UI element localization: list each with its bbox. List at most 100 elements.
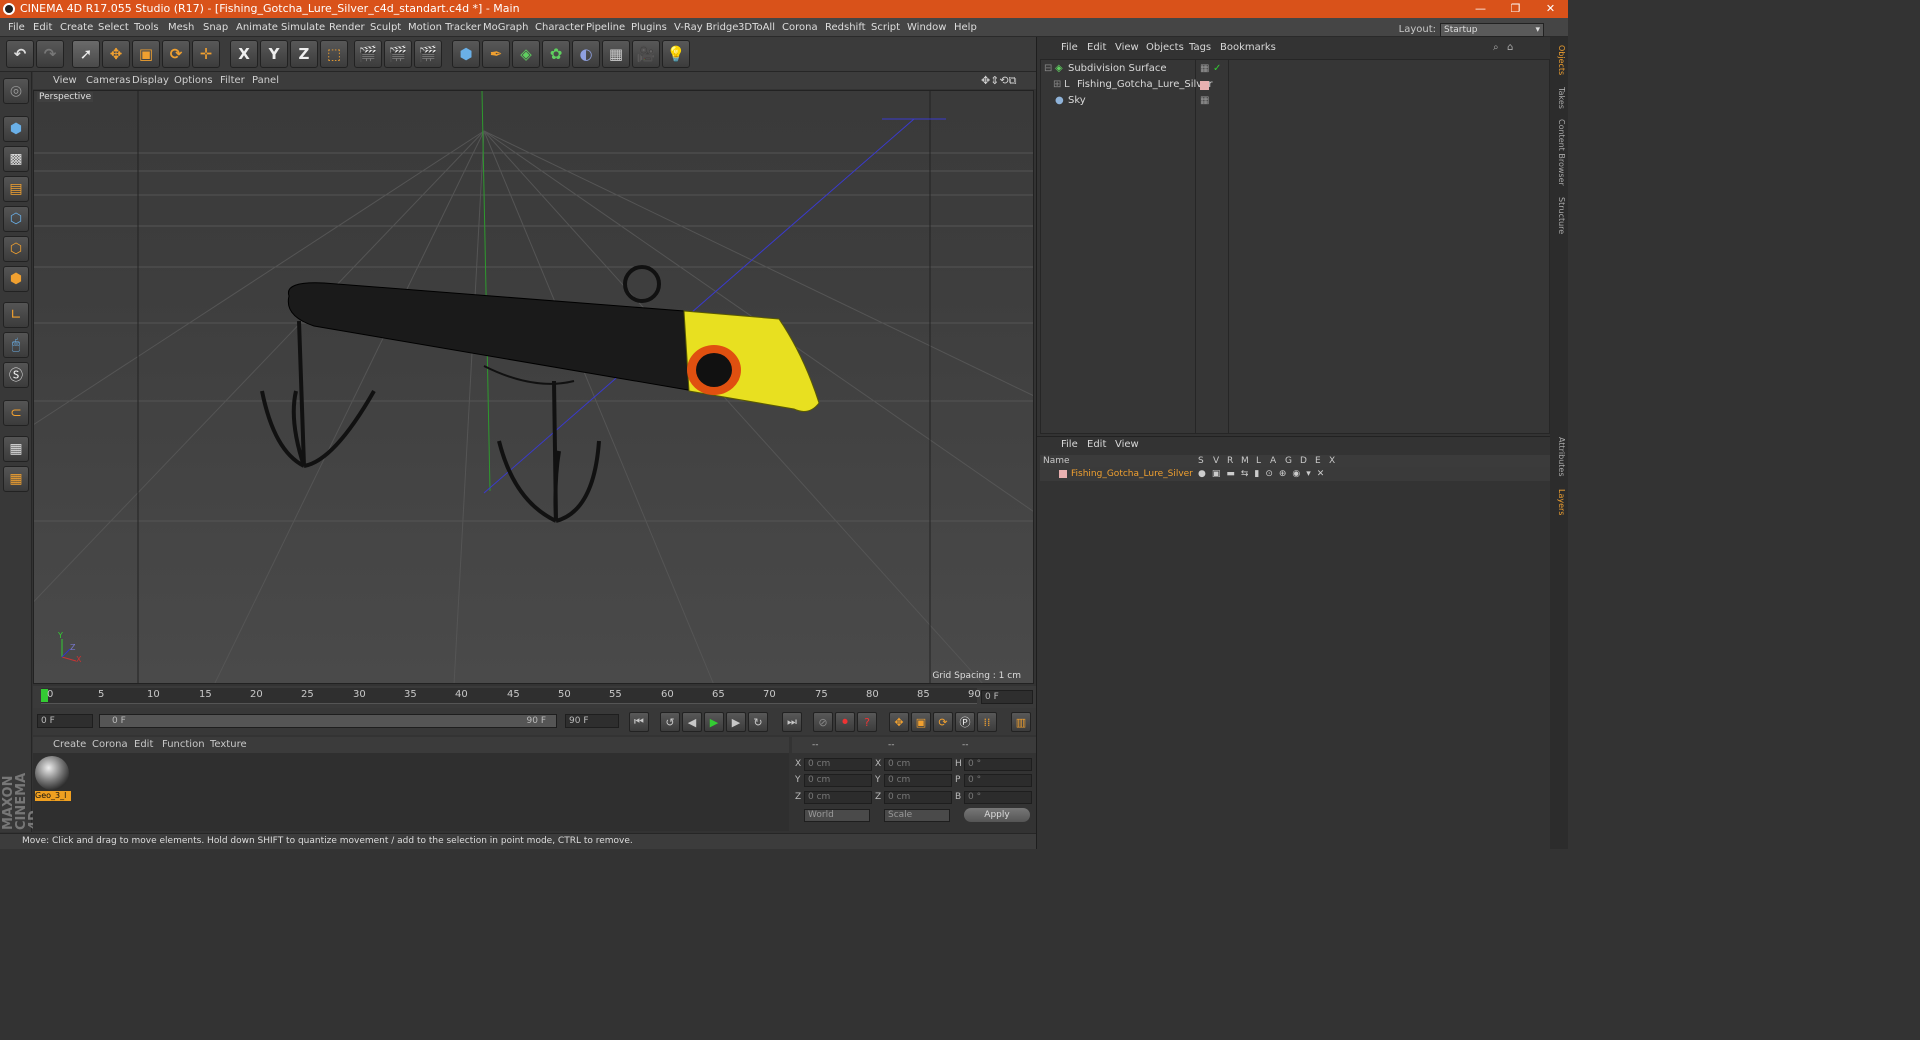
viewport-menu-cameras[interactable]: Cameras	[86, 72, 130, 89]
position-y-field[interactable]: 0 cm	[804, 774, 872, 787]
object-menu-tags[interactable]: Tags	[1189, 40, 1211, 56]
material-menu-create[interactable]: Create	[53, 737, 86, 753]
menu-redshift[interactable]: Redshift	[825, 18, 866, 37]
polygons-mode-button[interactable]: ⬢	[3, 266, 29, 292]
menu-sculpt[interactable]: Sculpt	[370, 18, 401, 37]
menu-render[interactable]: Render	[329, 18, 365, 37]
restore-button[interactable]: ❐	[1498, 0, 1533, 18]
expand-icon[interactable]: ⊞	[1053, 77, 1061, 93]
size-x-field[interactable]: 0 cm	[884, 758, 952, 771]
end-frame-field[interactable]: 90 F	[565, 714, 619, 728]
menu-corona[interactable]: Corona	[782, 18, 818, 37]
subdivision-surface-button[interactable]: ◈	[512, 40, 540, 68]
size-mode-dropdown[interactable]: Scale	[884, 809, 950, 822]
make-editable-button[interactable]: ◎	[3, 78, 29, 104]
axis-mode-button[interactable]: ∟	[3, 302, 29, 328]
menu-window[interactable]: Window	[907, 18, 946, 37]
visibility-dots-icon[interactable]: ▦	[1200, 93, 1209, 109]
deformer-button[interactable]: ◐	[572, 40, 600, 68]
z-axis-lock-button[interactable]: Z	[290, 40, 318, 68]
layout-dropdown[interactable]: Startup ▾	[1440, 22, 1544, 37]
tab-layers[interactable]: Layers	[1552, 489, 1566, 515]
record-button[interactable]: ⏺	[835, 712, 855, 732]
timeline-ruler[interactable]: 0 5 10 15 20 25 30 35 40 45 50 55 60 65 …	[33, 686, 1036, 708]
light-button[interactable]: 💡	[662, 40, 690, 68]
x-axis-lock-button[interactable]: X	[230, 40, 258, 68]
menu-vray-bridge[interactable]: V-Ray Bridge	[674, 18, 738, 37]
material-menu-edit[interactable]: Edit	[134, 737, 153, 753]
tab-content-browser[interactable]: Content Browser	[1552, 119, 1566, 186]
rotation-h-field[interactable]: 0 °	[964, 758, 1032, 771]
menu-3dtoall[interactable]: 3DToAll	[738, 18, 775, 37]
record-pla-button[interactable]: ⁞⁞	[977, 712, 997, 732]
layer-flags-icons[interactable]: ●▣▬⇆▮⊙⊕◉▾✕	[1198, 467, 1330, 481]
apply-button[interactable]: Apply	[964, 808, 1030, 822]
record-position-button[interactable]: ✥	[889, 712, 909, 732]
tweak-mode-button[interactable]: 🖱	[3, 332, 29, 358]
menu-file[interactable]: File	[8, 18, 25, 37]
viewport-menu-panel[interactable]: Panel	[252, 72, 279, 89]
menu-character[interactable]: Character	[535, 18, 584, 37]
undo-button[interactable]: ↶	[6, 40, 34, 68]
material-menu-corona[interactable]: Corona	[92, 737, 128, 753]
go-to-start-button[interactable]: ⏮	[629, 712, 649, 732]
object-menu-bookmarks[interactable]: Bookmarks	[1220, 40, 1276, 56]
close-button[interactable]: ✕	[1533, 0, 1568, 18]
enabled-check-icon[interactable]: ✓	[1213, 61, 1221, 77]
keyframe-selection-button[interactable]: ⊘	[813, 712, 833, 732]
expand-icon[interactable]: ⊟	[1044, 61, 1052, 77]
menu-create[interactable]: Create	[60, 18, 93, 37]
menu-pipeline[interactable]: Pipeline	[586, 18, 625, 37]
model-mode-button[interactable]: ⬢	[3, 116, 29, 142]
snap-button[interactable]: ⊂	[3, 400, 29, 426]
edges-mode-button[interactable]: ⬡	[3, 236, 29, 262]
object-menu-edit[interactable]: Edit	[1087, 40, 1106, 56]
rotate-tool-button[interactable]: ⟳	[162, 40, 190, 68]
menu-select[interactable]: Select	[98, 18, 129, 37]
workplane-mode-button[interactable]: ▤	[3, 176, 29, 202]
frame-range-slider[interactable]: 0 F 90 F	[99, 714, 557, 728]
material-swatch[interactable]: Geo_3_l	[35, 756, 71, 802]
texture-mode-button[interactable]: ▩	[3, 146, 29, 172]
menu-motion-tracker[interactable]: Motion Tracker	[408, 18, 481, 37]
layer-color-swatch[interactable]	[1200, 81, 1209, 90]
menu-edit[interactable]: Edit	[33, 18, 52, 37]
scale-tool-button[interactable]: ▣	[132, 40, 160, 68]
menu-plugins[interactable]: Plugins	[631, 18, 667, 37]
menu-mograph[interactable]: MoGraph	[483, 18, 528, 37]
render-view-button[interactable]: 🎬	[354, 40, 382, 68]
previous-frame-button[interactable]: ◀	[682, 712, 702, 732]
position-z-field[interactable]: 0 cm	[804, 791, 872, 804]
viewport-menu-display[interactable]: Display	[132, 72, 169, 89]
search-icon[interactable]: ⌕	[1493, 40, 1499, 56]
size-z-field[interactable]: 0 cm	[884, 791, 952, 804]
pen-spline-button[interactable]: ✒	[482, 40, 510, 68]
menu-animate[interactable]: Animate	[236, 18, 278, 37]
record-parameter-button[interactable]: Ⓟ	[955, 712, 975, 732]
object-menu-file[interactable]: File	[1061, 40, 1078, 56]
transform-tool-button[interactable]: ✛	[192, 40, 220, 68]
menu-script[interactable]: Script	[871, 18, 900, 37]
layer-color-swatch[interactable]	[1059, 470, 1067, 478]
go-to-end-button[interactable]: ⏭	[782, 712, 802, 732]
menu-help[interactable]: Help	[954, 18, 977, 37]
home-icon[interactable]: ⌂	[1507, 40, 1513, 56]
camera-button[interactable]: 🎥	[632, 40, 660, 68]
tab-objects[interactable]: Objects	[1552, 45, 1566, 75]
tab-structure[interactable]: Structure	[1552, 197, 1566, 234]
timeline-window-button[interactable]: ▥	[1011, 712, 1031, 732]
viewport-menu-options[interactable]: Options	[174, 72, 213, 89]
layer-row[interactable]: Fishing_Gotcha_Lure_Silver ●▣▬⇆▮⊙⊕◉▾✕	[1040, 467, 1550, 481]
tab-takes[interactable]: Takes	[1552, 87, 1566, 109]
minimize-button[interactable]: —	[1463, 0, 1498, 18]
start-frame-field[interactable]: 0 F	[37, 714, 93, 728]
material-menu-function[interactable]: Function	[162, 737, 205, 753]
layer-menu-view[interactable]: View	[1115, 437, 1139, 453]
size-y-field[interactable]: 0 cm	[884, 774, 952, 787]
viewport-menu-filter[interactable]: Filter	[220, 72, 245, 89]
render-picture-viewer-button[interactable]: 🎬	[384, 40, 412, 68]
viewport-navigation-icons[interactable]: ✥⇕⟲⧉	[981, 72, 1017, 89]
move-tool-button[interactable]: ✥	[102, 40, 130, 68]
y-axis-lock-button[interactable]: Y	[260, 40, 288, 68]
rotation-p-field[interactable]: 0 °	[964, 774, 1032, 787]
